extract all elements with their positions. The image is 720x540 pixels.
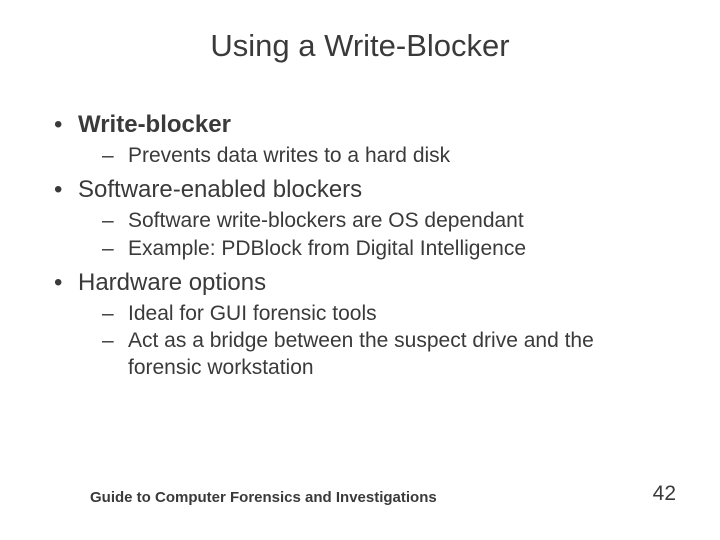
bullet-item: Write-blocker Prevents data writes to a … (50, 110, 670, 169)
sub-list: Software write-blockers are OS dependant… (78, 207, 670, 262)
footer-text: Guide to Computer Forensics and Investig… (90, 489, 437, 506)
bullet-text: Hardware options (78, 269, 266, 296)
slide-title: Using a Write-Blocker (50, 28, 670, 64)
sub-bullet-item: Ideal for GUI forensic tools (98, 300, 670, 327)
bullet-list: Write-blocker Prevents data writes to a … (50, 110, 670, 382)
sub-list: Ideal for GUI forensic tools Act as a br… (78, 300, 670, 382)
page-number: 42 (653, 482, 676, 506)
sub-bullet-item: Act as a bridge between the suspect driv… (98, 327, 670, 382)
slide: Using a Write-Blocker Write-blocker Prev… (0, 0, 720, 540)
bullet-item: Software-enabled blockers Software write… (50, 175, 670, 262)
sub-bullet-item: Software write-blockers are OS dependant (98, 207, 670, 234)
sub-list: Prevents data writes to a hard disk (78, 142, 670, 169)
sub-bullet-item: Prevents data writes to a hard disk (98, 142, 670, 169)
bullet-text: Write-blocker (78, 111, 231, 138)
bullet-text: Software-enabled blockers (78, 176, 362, 203)
sub-bullet-item: Example: PDBlock from Digital Intelligen… (98, 235, 670, 262)
bullet-item: Hardware options Ideal for GUI forensic … (50, 268, 670, 382)
